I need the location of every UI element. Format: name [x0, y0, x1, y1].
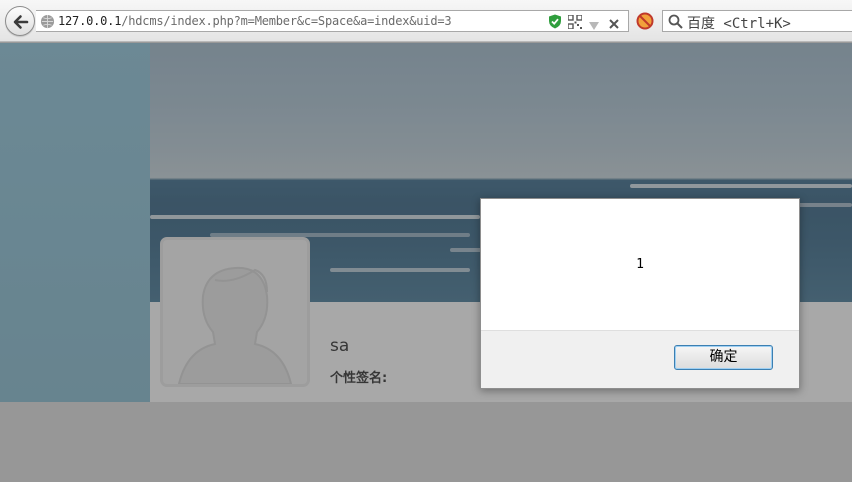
- shield-check-icon[interactable]: [548, 14, 562, 33]
- back-button[interactable]: [5, 6, 35, 36]
- dialog-footer: 确定: [481, 330, 799, 388]
- arrow-left-icon: [13, 15, 29, 29]
- globe-icon: [40, 14, 55, 29]
- dropdown-triangle-icon[interactable]: [588, 16, 600, 35]
- ok-button[interactable]: 确定: [674, 345, 773, 370]
- browser-toolbar: 127.0.0.1/hdcms/index.php?m=Member&c=Spa…: [0, 0, 852, 42]
- block-icon[interactable]: [636, 12, 654, 30]
- url-text[interactable]: 127.0.0.1/hdcms/index.php?m=Member&c=Spa…: [58, 14, 452, 28]
- search-box[interactable]: 百度 <Ctrl+K>: [662, 10, 852, 32]
- qr-code-icon[interactable]: [567, 14, 583, 33]
- alert-dialog: 1 确定: [480, 198, 800, 389]
- url-path: /hdcms/index.php?m=Member&c=Space&a=inde…: [121, 14, 452, 28]
- address-bar[interactable]: 127.0.0.1/hdcms/index.php?m=Member&c=Spa…: [36, 10, 629, 32]
- search-placeholder: 百度 <Ctrl+K>: [687, 16, 791, 32]
- url-host: 127.0.0.1: [58, 14, 122, 28]
- close-icon[interactable]: [608, 15, 620, 34]
- alert-message: 1: [636, 257, 644, 272]
- search-icon: [668, 14, 683, 29]
- url-bar-icons: [548, 14, 624, 30]
